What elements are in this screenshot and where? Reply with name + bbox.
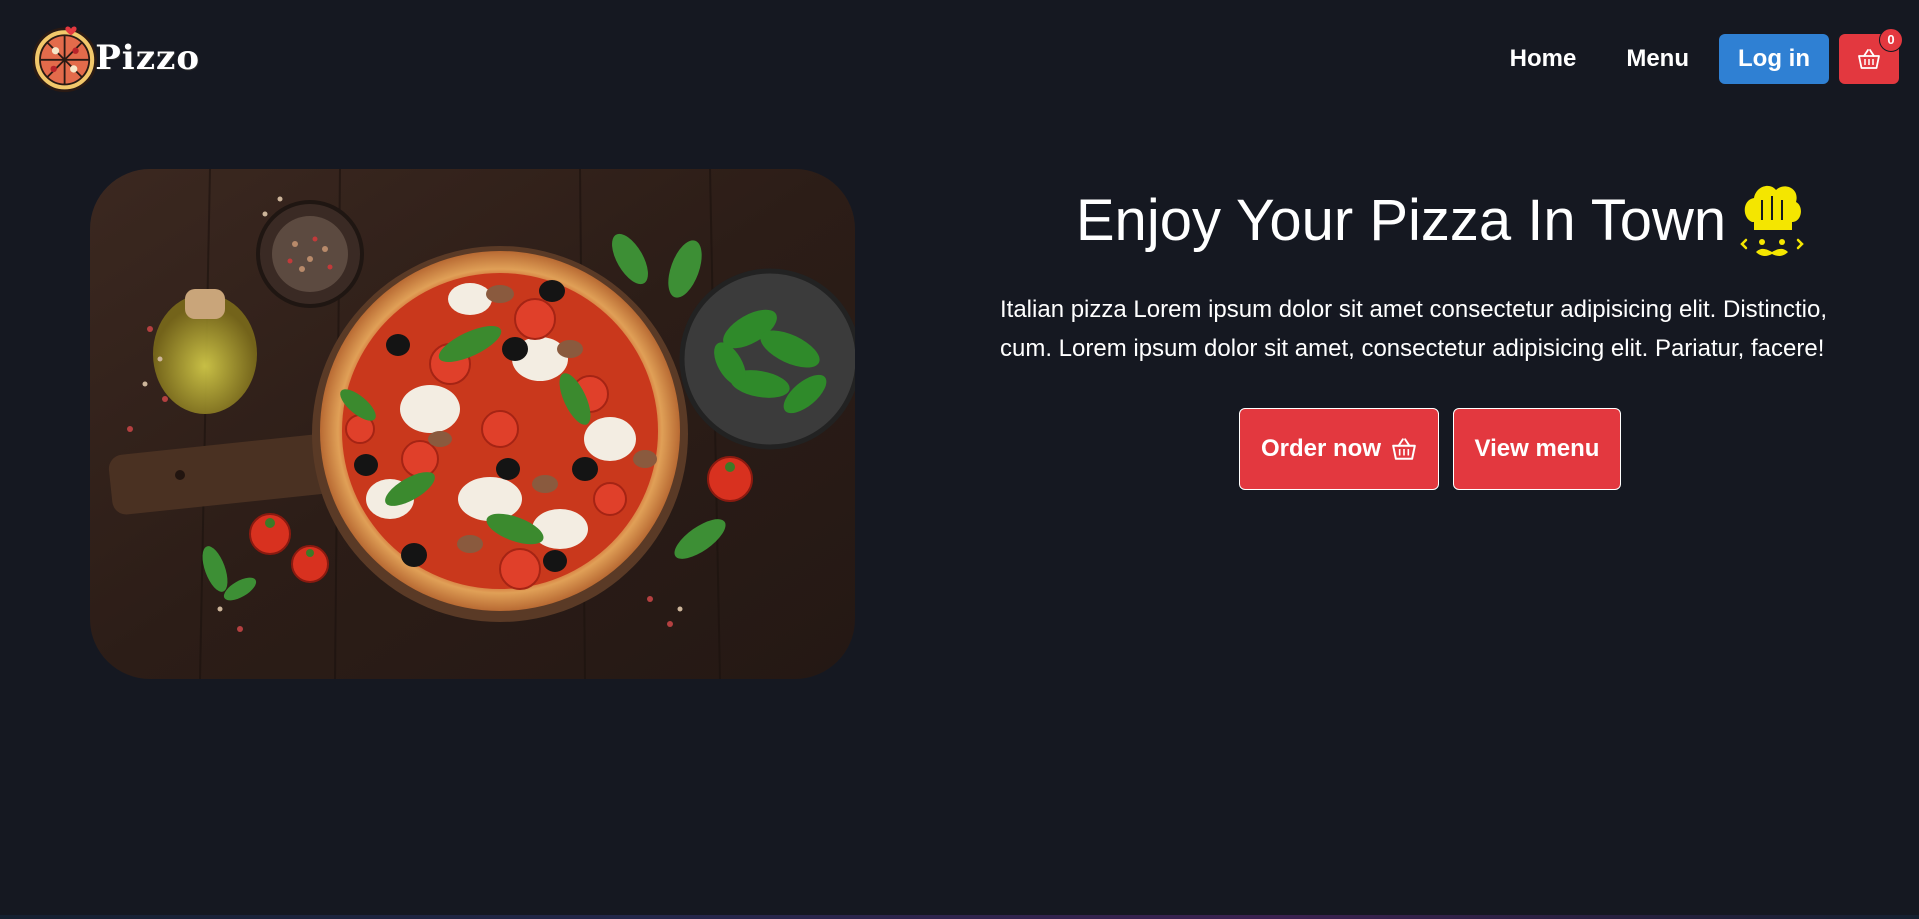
cart-button[interactable]: 0 [1839, 28, 1903, 84]
cart-count-badge: 0 [1879, 28, 1903, 52]
pizza-icon [32, 26, 97, 93]
hero-content: Enjoy Your Pizza In Town Italian pizza L… [1000, 180, 1880, 490]
hero-button-group: Order now View menu [1000, 408, 1880, 490]
nav-home-link[interactable]: Home [1510, 34, 1577, 84]
order-now-label: Order now [1260, 435, 1381, 462]
hero-description: Italian pizza Lorem ipsum dolor sit amet… [1000, 296, 1828, 362]
logo-text: Pizzo [95, 38, 200, 78]
view-menu-button[interactable]: View menu [1453, 408, 1621, 490]
basket-icon [1392, 438, 1416, 460]
login-button[interactable]: Log in [1719, 34, 1829, 84]
logo[interactable]: Pizzo [30, 18, 200, 98]
chef-hat-icon [1740, 185, 1804, 256]
main-nav: Home Menu Log in 0 [1510, 28, 1903, 84]
hero-title-row: Enjoy Your Pizza In Town [1000, 180, 1880, 260]
nav-menu-link[interactable]: Menu [1626, 34, 1689, 84]
order-now-button[interactable]: Order now [1239, 408, 1439, 490]
bottom-gradient-bar [0, 915, 1919, 919]
page: Pizzo Home Menu Log in 0 Enjoy Your Pizz… [0, 0, 1919, 919]
basket-icon [1858, 49, 1880, 69]
hero-title: Enjoy Your Pizza In Town [1075, 187, 1727, 253]
hero-pizza-image [90, 169, 855, 679]
